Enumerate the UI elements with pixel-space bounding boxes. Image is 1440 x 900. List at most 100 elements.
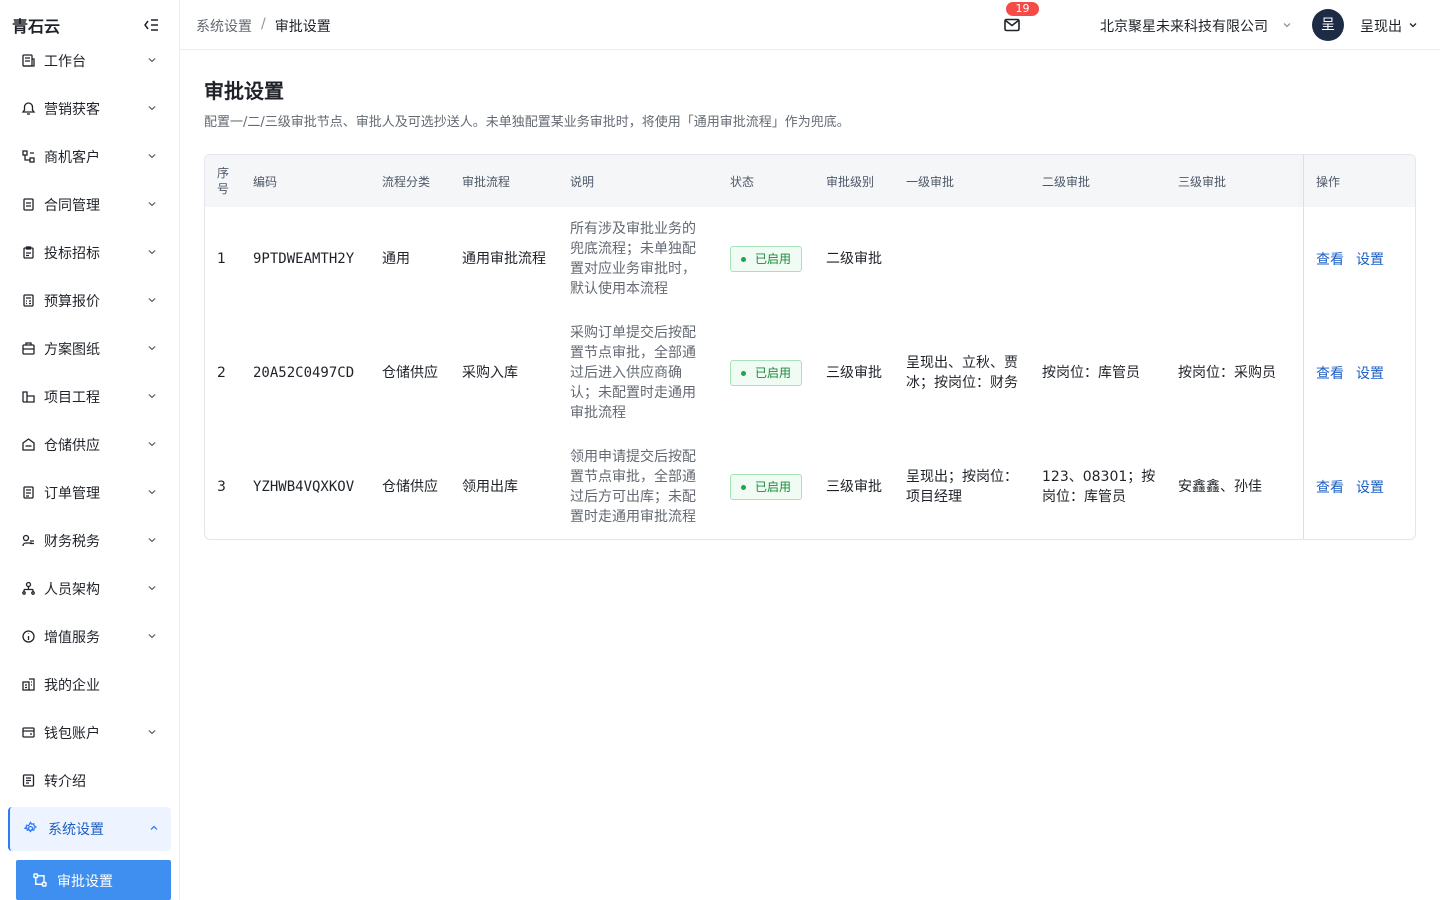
sidebar-item-label: 钱包账户 <box>44 726 100 742</box>
col-status: 状态 <box>730 174 755 189</box>
status-badge: 已启用 <box>730 360 802 386</box>
sidebar-item-label: 合同管理 <box>44 198 100 214</box>
sidebar-item-0[interactable]: 工作台 <box>8 39 171 83</box>
row-level: 三级审批 <box>826 365 882 381</box>
sidebar-item-6[interactable]: 方案图纸 <box>8 327 171 371</box>
table-row: 2 20A52C0497CD 仓储供应 采购入库 采购订单提交后按配置节点审批，全部通过… <box>205 311 1415 435</box>
chevron-down-icon[interactable] <box>1282 20 1292 30</box>
mail-icon[interactable] <box>1003 16 1021 34</box>
sidebar-item-label: 财务税务 <box>44 534 100 550</box>
chevron-down-icon <box>148 442 156 447</box>
org-icon <box>22 581 35 595</box>
info-icon <box>22 630 35 643</box>
sidebar-item-14[interactable]: 钱包账户 <box>8 711 171 755</box>
chevron-down-icon <box>148 154 156 159</box>
order-icon <box>23 486 34 499</box>
row-code: 20A52C0497CD <box>253 365 355 381</box>
brand-logo: 青石云 <box>12 17 61 36</box>
sidebar-subitem-approval-settings[interactable]: 审批设置 <box>16 860 171 900</box>
row-category: 仓储供应 <box>382 479 438 495</box>
table-row: 1 9PTDWEAMTH2Y 通用 通用审批流程 所有涉及审批业务的兜底流程；未单独配置… <box>205 207 1415 311</box>
page-description: 配置一/二/三级审批节点、审批人及可选抄送人。未单独配置某业务审批时，将使用「通… <box>204 115 850 130</box>
col-code: 编码 <box>253 174 278 189</box>
setting-link[interactable]: 设置 <box>1356 249 1384 269</box>
topbar: 系统设置 / 审批设置 19 北京聚星未来科技有限公司 呈 呈现出 <box>180 0 1440 50</box>
row-level: 三级审批 <box>826 479 882 495</box>
chevron-down-icon <box>148 346 156 351</box>
sidebar-item-label: 营销获客 <box>44 102 100 118</box>
row-level3-approvers: 安鑫鑫、孙佳 <box>1178 479 1262 495</box>
view-link[interactable]: 查看 <box>1316 363 1344 383</box>
sidebar-item-label: 我的企业 <box>44 678 100 694</box>
sidebar-item-12[interactable]: 增值服务 <box>8 615 171 659</box>
setting-link[interactable]: 设置 <box>1356 477 1384 497</box>
row-description: 领用申请提交后按配置节点审批，全部通过后方可出库；未配置时走通用审批流程 <box>570 449 696 525</box>
setting-link[interactable]: 设置 <box>1356 363 1384 383</box>
user-menu[interactable]: 呈现出 <box>1360 16 1402 36</box>
sidebar: 青石云 工作台营销获客商机客户合同管理投标招标预算报价方案图纸项目工程仓储供应订… <box>0 0 180 900</box>
approval-flow-icon <box>33 873 47 887</box>
chevron-down-icon <box>148 250 156 255</box>
company-switcher[interactable]: 北京聚星未来科技有限公司 <box>1100 16 1268 36</box>
sidebar-item-9[interactable]: 订单管理 <box>8 471 171 515</box>
sidebar-item-2[interactable]: 商机客户 <box>8 135 171 179</box>
sidebar-item-label: 仓储供应 <box>44 438 100 454</box>
col-l2: 二级审批 <box>1042 174 1091 189</box>
sidebar-item-1[interactable]: 营销获客 <box>8 87 171 131</box>
view-link[interactable]: 查看 <box>1316 249 1344 269</box>
avatar[interactable]: 呈 <box>1312 9 1344 41</box>
referral-icon <box>22 774 35 787</box>
col-index: 序号 <box>217 166 230 196</box>
chevron-up-icon <box>150 825 158 830</box>
chevron-down-icon <box>148 538 156 543</box>
sidebar-item-label: 人员架构 <box>44 582 100 598</box>
row-code: 9PTDWEAMTH2Y <box>253 251 355 267</box>
view-link[interactable]: 查看 <box>1316 477 1344 497</box>
sidebar-item-5[interactable]: 预算报价 <box>8 279 171 323</box>
col-desc: 说明 <box>570 174 595 189</box>
sidebar-item-3[interactable]: 合同管理 <box>8 183 171 227</box>
sidebar-item-16[interactable]: 系统设置 <box>8 807 171 851</box>
sidebar-item-4[interactable]: 投标招标 <box>8 231 171 275</box>
row-flow: 领用出库 <box>462 479 518 495</box>
sidebar-item-label: 项目工程 <box>44 390 100 406</box>
breadcrumb-separator: / <box>261 16 266 32</box>
chevron-down-icon <box>148 490 156 495</box>
wallet-icon <box>22 727 35 738</box>
sidebar-item-15[interactable]: 转介绍 <box>8 759 171 803</box>
chevron-down-icon <box>148 106 156 111</box>
collapse-sidebar-icon[interactable] <box>142 16 160 34</box>
col-l1: 一级审批 <box>906 174 955 189</box>
row-description: 采购订单提交后按配置节点审批，全部通过后进入供应商确认；未配置时走通用审批流程 <box>570 325 696 421</box>
approval-table: 序号 编码 流程分类 审批流程 说明 状态 审批级别 一级审批 二级审批 三级审… <box>204 154 1416 540</box>
contract-icon <box>23 198 34 211</box>
project-icon <box>22 391 35 403</box>
col-ops: 操作 <box>1316 174 1341 189</box>
sidebar-item-label: 预算报价 <box>44 294 100 310</box>
sidebar-item-13[interactable]: 我的企业 <box>8 663 171 707</box>
breadcrumb-parent[interactable]: 系统设置 <box>196 16 252 36</box>
row-flow: 采购入库 <box>462 365 518 381</box>
chevron-down-icon[interactable] <box>1408 20 1418 30</box>
row-level2-approvers: 123、08301；按岗位：库管员 <box>1042 469 1156 505</box>
warehouse-icon <box>22 438 35 451</box>
sidebar-item-7[interactable]: 项目工程 <box>8 375 171 419</box>
chevron-down-icon <box>148 298 156 303</box>
col-category: 流程分类 <box>382 174 431 189</box>
row-level3-approvers: 按岗位：采购员 <box>1178 365 1276 381</box>
gear-icon <box>24 821 37 833</box>
sidebar-item-10[interactable]: 财务税务 <box>8 519 171 563</box>
chevron-down-icon <box>148 202 156 207</box>
sidebar-item-label: 工作台 <box>44 54 86 70</box>
sidebar-item-8[interactable]: 仓储供应 <box>8 423 171 467</box>
status-badge: 已启用 <box>730 474 802 500</box>
chevron-down-icon <box>148 394 156 399</box>
breadcrumb-current: 审批设置 <box>274 19 331 35</box>
sidebar-item-11[interactable]: 人员架构 <box>8 567 171 611</box>
col-l3: 三级审批 <box>1178 174 1227 189</box>
row-level2-approvers: 按岗位：库管员 <box>1042 365 1140 381</box>
sidebar-item-label: 商机客户 <box>44 150 100 166</box>
sidebar-item-label: 转介绍 <box>44 774 86 790</box>
dashboard-icon <box>22 54 35 67</box>
sidebar-item-label: 投标招标 <box>44 246 100 262</box>
